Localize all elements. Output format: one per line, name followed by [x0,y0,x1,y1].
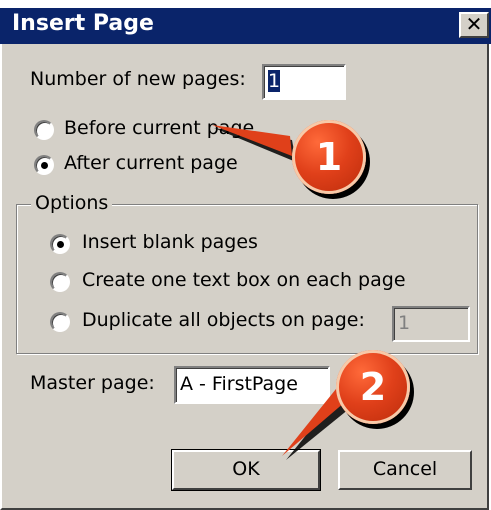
callout-badge-1: 1 [292,120,366,194]
callout-badge-2: 2 [336,350,410,424]
callout-arrows [212,125,360,460]
